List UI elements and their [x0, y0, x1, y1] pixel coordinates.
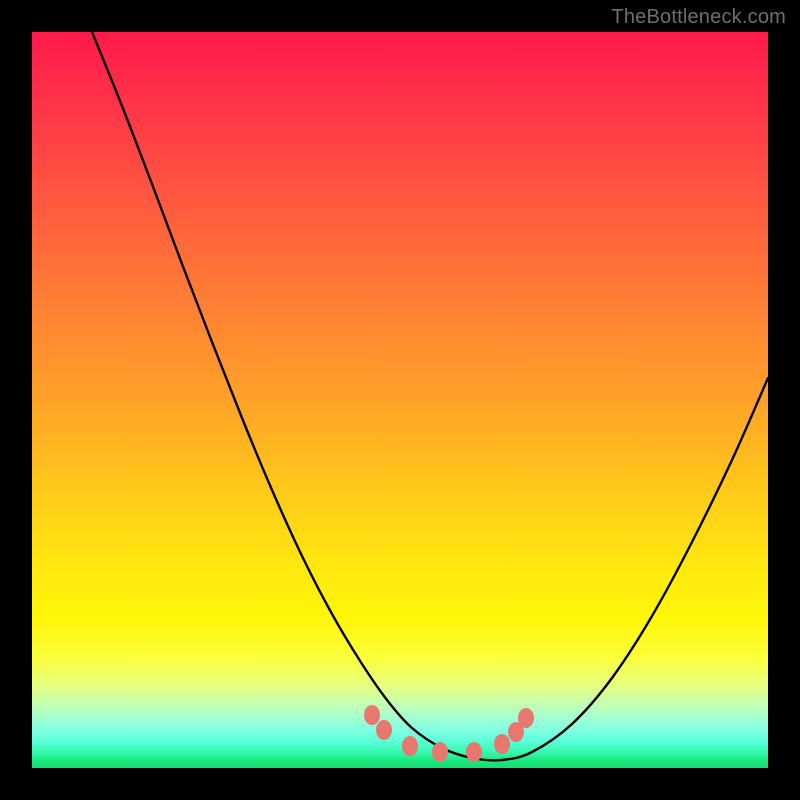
curve-dot — [364, 705, 380, 725]
plot-area — [32, 32, 768, 768]
curve-dot — [402, 736, 418, 756]
watermark-text: TheBottleneck.com — [611, 6, 786, 29]
curve-dot — [466, 742, 482, 762]
bottleneck-curve — [92, 32, 768, 760]
curve-dot — [518, 708, 534, 728]
curve-dot — [432, 742, 448, 762]
chart-frame: TheBottleneck.com — [0, 0, 800, 800]
bottleneck-curve-svg — [32, 32, 768, 768]
curve-dot — [376, 720, 392, 740]
curve-dot — [494, 734, 510, 754]
curve-dots-group — [364, 705, 534, 762]
